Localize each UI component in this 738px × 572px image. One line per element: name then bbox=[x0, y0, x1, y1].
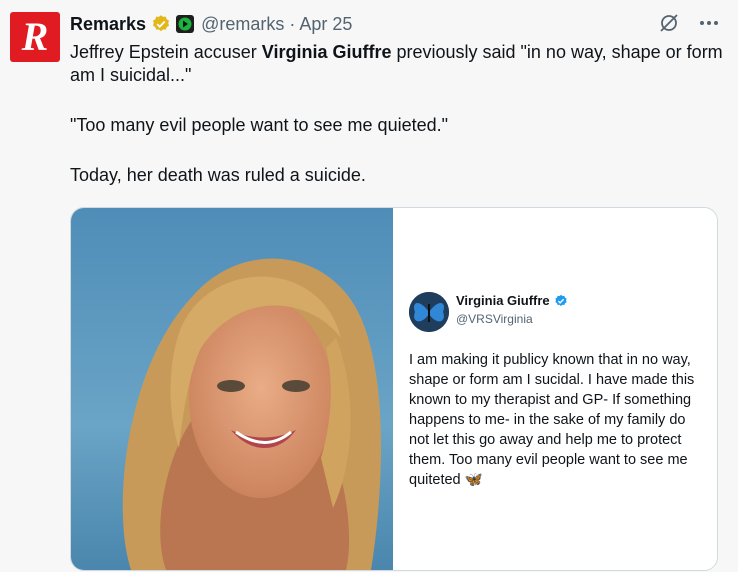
post-header: Remarks @remarks · Apr 25 bbox=[70, 12, 352, 36]
media-attachment[interactable]: Virginia Giuffre @VRSVirginia I am makin… bbox=[70, 207, 718, 571]
post-text: Jeffrey Epstein accuser Virginia Giuffre… bbox=[70, 41, 730, 187]
verified-gold-check-icon bbox=[153, 15, 170, 32]
embedded-tweet-image: Virginia Giuffre @VRSVirginia I am makin… bbox=[393, 208, 717, 570]
display-name[interactable]: Remarks bbox=[70, 14, 146, 35]
butterfly-emoji: 🦋 bbox=[464, 472, 483, 488]
embedded-tweet-text: I am making it publicy known that in no … bbox=[409, 352, 695, 488]
verified-blue-check-icon bbox=[555, 294, 567, 306]
portrait-photo[interactable] bbox=[71, 208, 393, 570]
avatar-letter: R bbox=[21, 14, 49, 59]
avatar[interactable]: R bbox=[10, 12, 60, 62]
post-paragraph-1: Jeffrey Epstein accuser Virginia Giuffre… bbox=[70, 42, 723, 85]
post-paragraph-2: "Too many evil people want to see me qui… bbox=[70, 115, 448, 135]
handle-and-date[interactable]: @remarks · Apr 25 bbox=[201, 14, 352, 35]
post-paragraph-3: Today, her death was ruled a suicide. bbox=[70, 165, 366, 185]
butterfly-avatar bbox=[409, 292, 449, 332]
bold-name: Virginia Giuffre bbox=[261, 42, 392, 62]
embedded-handle: @VRSVirginia bbox=[456, 312, 533, 326]
more-icon[interactable] bbox=[698, 12, 720, 34]
grok-icon[interactable] bbox=[658, 12, 680, 34]
affiliate-badge-icon[interactable] bbox=[176, 15, 195, 33]
post-top-actions bbox=[658, 12, 720, 34]
embedded-display-name: Virginia Giuffre bbox=[456, 293, 568, 308]
